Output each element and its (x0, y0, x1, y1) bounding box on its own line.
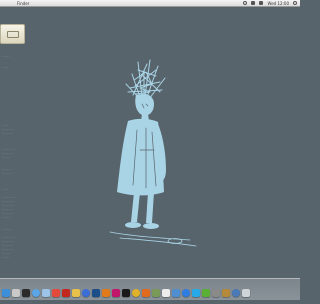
spotify-icon[interactable] (202, 289, 210, 297)
documents-stack-icon[interactable] (222, 289, 230, 297)
dock (0, 278, 300, 300)
downloads-stack-icon[interactable] (232, 289, 240, 297)
desktop-note-line: · · · · · · · (2, 244, 13, 247)
note-tag-icon (6, 30, 19, 38)
firefox-icon[interactable] (142, 289, 150, 297)
indesign-icon[interactable] (112, 289, 120, 297)
desktop-note-line: · · · · · · · (2, 228, 13, 231)
photoshop-icon[interactable] (92, 289, 100, 297)
desktop-note-line: · · · · · · · · (2, 240, 15, 243)
desktop-note-line: · · · · · · · · (2, 204, 15, 207)
ftp-icon[interactable] (152, 289, 160, 297)
desktop-note-line: · · · · · · · · (2, 148, 15, 151)
desktop-note-line: · · · · · · · · (2, 248, 15, 251)
trash-icon[interactable] (242, 289, 250, 297)
desktop-note-line: · · · · · · · (2, 132, 13, 135)
chrome-icon[interactable] (132, 289, 140, 297)
dock-items (2, 289, 250, 297)
illustrator-icon[interactable] (102, 289, 110, 297)
desktop-note-line: · · · · · · (2, 252, 12, 255)
skype-icon[interactable] (192, 289, 200, 297)
desktop-note-line: · · · · · · (2, 216, 12, 219)
wallpaper-figure (0, 0, 300, 300)
system-preferences-icon[interactable] (212, 289, 220, 297)
finder-icon[interactable] (2, 289, 10, 297)
acrobat-icon[interactable] (62, 289, 70, 297)
desktop-note-line: · · · · · · · · (2, 128, 15, 131)
desktop-note-line: · · · · · (2, 256, 10, 259)
sticky-note-widget[interactable] (0, 24, 25, 44)
itunes-icon[interactable] (82, 289, 90, 297)
desktop-note-line: · · · · · · · (2, 208, 13, 211)
preview-icon[interactable] (172, 289, 180, 297)
photos-icon[interactable] (72, 289, 80, 297)
desktop-note-line: · · · · · · · (2, 152, 13, 155)
mail-icon[interactable] (42, 289, 50, 297)
desktop-note-line: · · · · · · · · (2, 200, 15, 203)
launchpad-icon[interactable] (12, 289, 20, 297)
desktop-note-line: · · · · · · (2, 168, 12, 171)
sketch-figure-illustration (109, 59, 197, 247)
desktop-note-line: · · · · · · · · (2, 236, 15, 239)
desktop-note-line: · · · · (2, 66, 8, 69)
desktop-note-line: · · · · · · · (2, 172, 13, 175)
calendar-icon[interactable] (52, 289, 60, 297)
terminal-icon[interactable] (122, 289, 130, 297)
app-store-icon[interactable] (182, 289, 190, 297)
desktop-note-line: · · · · · (2, 55, 10, 58)
desktop-note-line: · · · · · · · · (2, 212, 15, 215)
textedit-icon[interactable] (162, 289, 170, 297)
desktop-note-line: · · · · · · · · · (2, 196, 17, 199)
desktop-note-line: · · · · · (2, 124, 10, 127)
safari-icon[interactable] (32, 289, 40, 297)
desktop-note-line: · · · · · (2, 156, 10, 159)
desktop-note-line: · · · · · (2, 188, 10, 191)
dashboard-icon[interactable] (22, 289, 30, 297)
